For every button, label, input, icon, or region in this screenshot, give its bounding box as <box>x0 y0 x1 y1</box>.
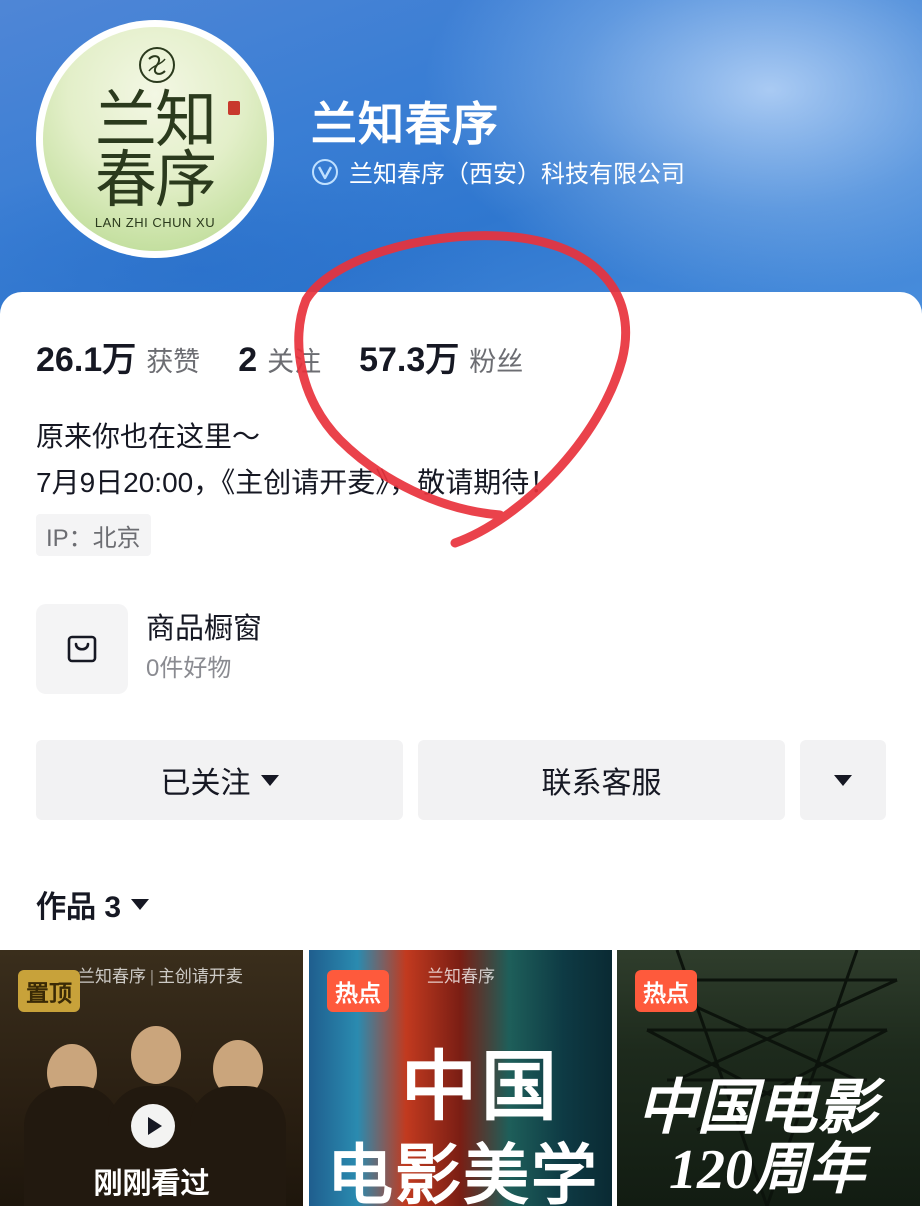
thumbnail-title: 中国电影 <box>637 1075 877 1141</box>
avatar[interactable]: 兰 知 春 序 LAN ZHI CHUN XU <box>36 20 274 258</box>
avatar-char: 知 <box>155 83 218 156</box>
followed-button[interactable]: 已关注 <box>36 740 403 820</box>
shop-icon-box <box>36 604 128 694</box>
profile-name: 兰知春序 <box>311 98 499 150</box>
verified-organization: 兰知春序（西安）科技有限公司 <box>349 161 685 188</box>
video-thumbnail[interactable]: 兰知春序 热点 中国 电影美学 <box>309 950 612 1206</box>
avatar-subtitle: LAN ZHI CHUN XU <box>94 215 216 230</box>
shop-subtitle: 0件好物 <box>146 655 232 682</box>
thumbnail-title: 电影美学 <box>327 1140 599 1206</box>
verified-badge-icon <box>312 158 338 185</box>
avatar-char: 兰 <box>95 83 158 156</box>
shop-title: 商品橱窗 <box>146 613 263 645</box>
thumbnail-title: 120周年 <box>669 1139 865 1201</box>
followed-button-label: 已关注 <box>160 767 251 800</box>
video-thumbnail[interactable]: 热点 中国电影 120周年 <box>617 950 920 1206</box>
works-tab[interactable]: 作品 3 <box>36 882 150 926</box>
avatar-image: 兰 知 春 序 LAN ZHI CHUN XU <box>43 27 267 251</box>
shopping-bag-icon <box>67 635 97 663</box>
verification-row[interactable]: 兰知春序（西安）科技有限公司 <box>311 154 685 189</box>
contact-service-button[interactable]: 联系客服 <box>418 740 785 820</box>
avatar-char: 序 <box>155 143 218 216</box>
dropdown-caret-icon <box>834 774 852 786</box>
contact-service-label: 联系客服 <box>541 767 662 800</box>
shop-window-entry[interactable]: 商品橱窗 0件好物 <box>36 604 262 694</box>
bio-line: 7月9日20:00，《主创请开麦》，敬请期待！ <box>36 467 558 498</box>
likes-label[interactable]: 获赞 <box>146 340 200 379</box>
play-icon[interactable] <box>131 1104 175 1148</box>
hot-badge: 热点 <box>635 970 697 1012</box>
profile-card: 26.1万 获赞 2 关注 57.3万 粉丝 原来你也在这里～ 7月9日20:0… <box>0 292 922 1206</box>
avatar-char: 春 <box>95 143 158 216</box>
dropdown-caret-icon <box>131 898 150 910</box>
likes-count[interactable]: 26.1万 <box>36 332 136 381</box>
followers-label[interactable]: 粉丝 <box>469 340 523 379</box>
more-options-button[interactable] <box>800 740 886 820</box>
following-count[interactable]: 2 <box>238 341 257 380</box>
recently-viewed-label: 刚刚看过 <box>93 1168 210 1200</box>
knot-logo-icon <box>139 47 175 83</box>
hot-badge: 热点 <box>327 970 389 1012</box>
following-label[interactable]: 关注 <box>267 340 321 379</box>
followers-count[interactable]: 57.3万 <box>359 332 459 381</box>
thumbnail-logo: 兰知春序 <box>427 967 495 986</box>
thumbnail-logo: 兰知春序 | 主创请开麦 <box>78 967 243 986</box>
works-label: 作品 3 <box>36 891 122 924</box>
dropdown-caret-icon <box>260 774 279 786</box>
ip-location-tag: IP：北京 <box>36 514 151 556</box>
thumbnail-title: 中国 <box>401 1046 561 1130</box>
stats-row: 26.1万 获赞 2 关注 57.3万 粉丝 <box>36 332 561 381</box>
pinned-badge: 置顶 <box>18 970 80 1012</box>
bio: 原来你也在这里～ 7月9日20:00，《主创请开麦》，敬请期待！ <box>36 414 557 506</box>
seal-stamp <box>228 101 240 115</box>
video-thumbnail[interactable]: 兰知春序 | 主创请开麦 置顶 刚刚看过 <box>0 950 303 1206</box>
bio-line: 原来你也在这里～ <box>36 421 261 452</box>
